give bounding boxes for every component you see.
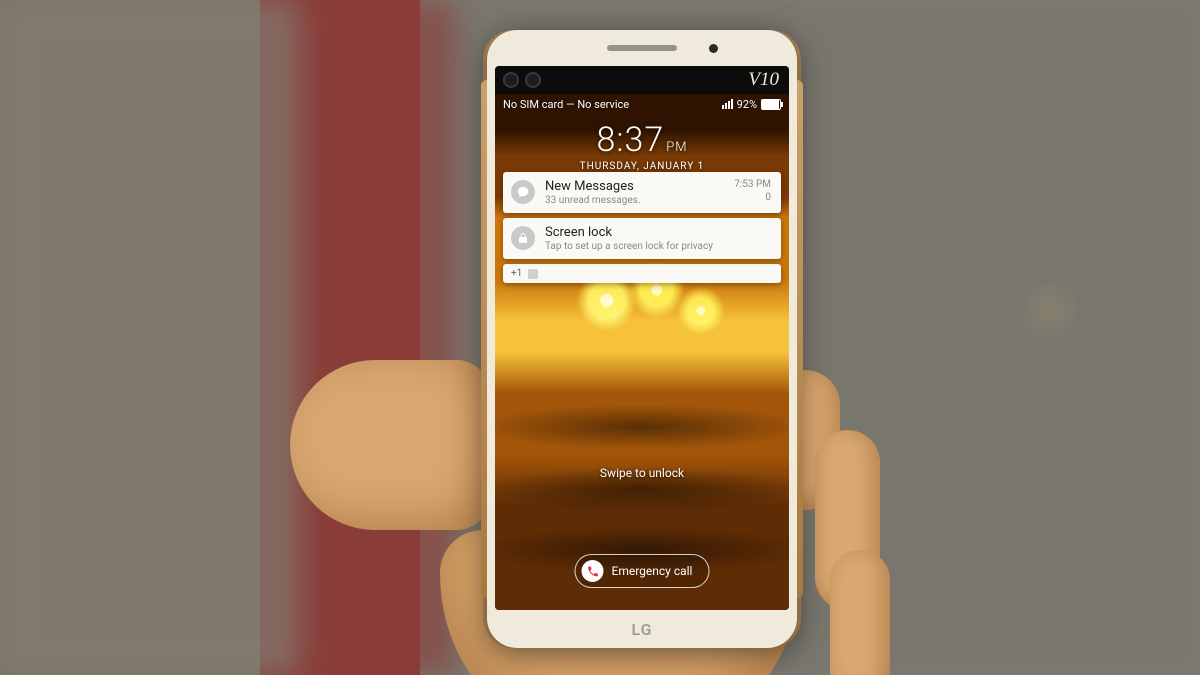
overflow-app-icon	[528, 269, 538, 279]
clock-time: 8:37	[597, 120, 665, 160]
front-cameras	[495, 72, 541, 88]
clock-date: THURSDAY, JANUARY 1	[495, 161, 789, 172]
battery-icon	[761, 99, 781, 110]
brand-logo: LG	[487, 620, 797, 639]
photo-scene: V10 No SIM card — No service 92%	[0, 0, 1200, 675]
swipe-hint: Swipe to unlock	[495, 466, 789, 480]
battery-percent: 92%	[737, 98, 757, 111]
status-bar[interactable]: No SIM card — No service 92%	[495, 94, 789, 114]
notification-title: Screen lock	[545, 225, 771, 240]
notification-stack: New Messages 33 unread messages. 7:53 PM…	[503, 172, 781, 283]
notification-overflow[interactable]: +1	[503, 264, 781, 283]
front-camera-icon	[525, 72, 541, 88]
phone-body: V10 No SIM card — No service 92%	[487, 30, 797, 648]
phone-icon	[582, 560, 604, 582]
messages-icon	[511, 180, 535, 204]
model-label: V10	[748, 69, 789, 91]
emergency-call-button[interactable]: Emergency call	[575, 554, 710, 588]
proximity-sensor	[709, 44, 718, 53]
carrier-text: No SIM card — No service	[503, 98, 629, 111]
emergency-call-label: Emergency call	[612, 564, 693, 578]
notification-time: 7:53 PM	[734, 179, 771, 192]
lock-clock: 8:37PM THURSDAY, JANUARY 1	[495, 120, 789, 172]
phone-screen[interactable]: V10 No SIM card — No service 92%	[495, 66, 789, 610]
signal-icon	[722, 99, 733, 109]
overflow-count: +1	[511, 268, 522, 279]
notification-count: 0	[734, 192, 771, 205]
earpiece-speaker	[607, 45, 677, 51]
lock-screen-wallpaper[interactable]: No SIM card — No service 92% 8:37PM THUR…	[495, 94, 789, 610]
notification-card[interactable]: New Messages 33 unread messages. 7:53 PM…	[503, 172, 781, 213]
notification-subtitle: Tap to set up a screen lock for privacy	[545, 241, 771, 252]
front-camera-icon	[503, 72, 519, 88]
second-screen[interactable]: V10	[495, 66, 789, 94]
notification-card[interactable]: Screen lock Tap to set up a screen lock …	[503, 218, 781, 259]
lock-icon	[511, 226, 535, 250]
clock-ampm: PM	[666, 140, 687, 155]
wallpaper-ripple	[495, 404, 789, 450]
